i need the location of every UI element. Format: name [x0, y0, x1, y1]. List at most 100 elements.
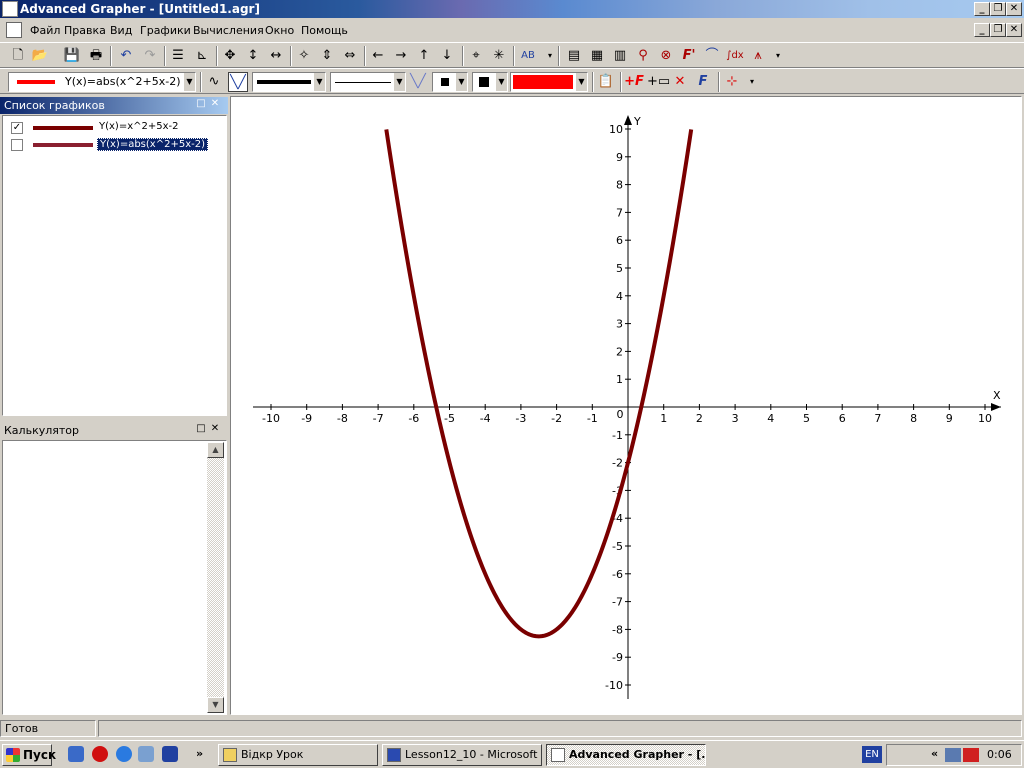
integral-icon[interactable]: ∫dx: [725, 46, 745, 66]
document-icon[interactable]: [6, 22, 22, 38]
app-quicklaunch-icon[interactable]: [162, 746, 178, 762]
app-icon[interactable]: [2, 1, 18, 17]
zoom-horizontal-icon[interactable]: ⇔: [340, 46, 360, 66]
zoom-vertical-icon[interactable]: ⇕: [317, 46, 337, 66]
chevron-down-icon[interactable]: ▼: [393, 73, 405, 91]
minimize-button[interactable]: _: [974, 2, 990, 16]
menu-graphs[interactable]: Графики: [140, 24, 191, 37]
line-thickness-select[interactable]: ▼: [252, 72, 326, 92]
snowflake-icon[interactable]: ✳: [489, 46, 509, 66]
graph-list-item[interactable]: Y(x)=abs(x^2+5x-2): [7, 137, 208, 153]
internet-explorer-icon[interactable]: [116, 746, 132, 762]
fill-mode-icon[interactable]: ╲╱: [408, 72, 428, 92]
antivirus-icon[interactable]: [963, 748, 979, 762]
axes-icon[interactable]: ⊾: [192, 46, 212, 66]
arrow-up-icon[interactable]: ↑: [414, 46, 434, 66]
graph-canvas[interactable]: X Y -10 -9 -8 -7 -6 -5 -4 -3 -2 -1 1 2 3 4 5 6 7 8 9 10 0 -10 -9…: [231, 97, 1023, 716]
title-bar[interactable]: Advanced Grapher - [Untitled1.agr] _ ❐ ✕: [0, 0, 1024, 18]
menu-help[interactable]: Помощь: [301, 24, 348, 37]
line-style-select[interactable]: ▼: [330, 72, 406, 92]
line-type-icon[interactable]: ╲╱: [228, 72, 248, 92]
dropdown-arrow-icon[interactable]: ▾: [742, 72, 762, 92]
menu-file[interactable]: Файл: [30, 24, 60, 37]
task-word[interactable]: Lesson12_10 - Microsoft ...: [382, 744, 542, 766]
close-icon[interactable]: ✕: [210, 99, 220, 109]
menu-edit[interactable]: Правка: [64, 24, 106, 37]
close-icon[interactable]: ✕: [210, 424, 220, 434]
function-select[interactable]: Y(x)=abs(x^2+5x-2) ▼: [8, 72, 196, 92]
arrow-down-icon[interactable]: ↓: [437, 46, 457, 66]
tray-expand-icon[interactable]: «: [931, 747, 938, 760]
start-button[interactable]: Пуск: [2, 744, 56, 766]
graph-visible-checkbox[interactable]: ✓: [11, 122, 23, 134]
menu-window[interactable]: Окно: [265, 24, 294, 37]
graph-list-item[interactable]: ✓ Y(x)=x^2+5x-2: [7, 120, 207, 136]
calculator-panel[interactable]: ▲ ▼: [2, 440, 227, 715]
dock-icon[interactable]: □: [196, 424, 206, 434]
quicklaunch-more-icon[interactable]: »: [196, 747, 203, 760]
menu-calculations[interactable]: Вычисления: [193, 24, 264, 37]
arrow-right-icon[interactable]: →: [391, 46, 411, 66]
outlook-icon[interactable]: [138, 746, 154, 762]
scroll-down-icon[interactable]: ▼: [207, 697, 224, 713]
move-all-icon[interactable]: ✥: [220, 46, 240, 66]
scroll-up-icon[interactable]: ▲: [207, 442, 224, 458]
move-vertical-icon[interactable]: ↕: [243, 46, 263, 66]
tangent-icon[interactable]: ⌒: [702, 46, 722, 66]
calculator-icon[interactable]: ▦: [587, 46, 607, 66]
move-horizontal-icon[interactable]: ↔: [266, 46, 286, 66]
color-select[interactable]: ▼: [510, 72, 588, 92]
graph-visible-checkbox[interactable]: [11, 139, 23, 151]
list-view-icon[interactable]: ☰: [168, 46, 188, 66]
chevron-down-icon[interactable]: ▼: [575, 73, 587, 91]
intersection-icon[interactable]: ⊗: [656, 46, 676, 66]
new-file-icon[interactable]: 🗋: [8, 46, 28, 66]
undo-icon[interactable]: ↶: [116, 46, 136, 66]
distribution-icon[interactable]: ⩚: [748, 46, 768, 66]
print-icon[interactable]: 🖶: [86, 46, 106, 66]
chevron-down-icon[interactable]: ▼: [495, 73, 507, 91]
smooth-line-icon[interactable]: ∿: [204, 72, 224, 92]
task-folder[interactable]: Відкр Урок: [218, 744, 378, 766]
ie-quicklaunch-icon[interactable]: [68, 746, 84, 762]
labels-icon[interactable]: AB: [518, 46, 538, 66]
properties-icon[interactable]: 📋: [596, 72, 616, 92]
crosshair-icon[interactable]: ⌖: [466, 46, 486, 66]
mdi-minimize-button[interactable]: _: [974, 23, 990, 37]
add-table-icon[interactable]: +▭: [647, 72, 670, 92]
chevron-down-icon[interactable]: ▼: [183, 73, 195, 91]
redo-icon[interactable]: ↷: [140, 46, 160, 66]
marker-size-select[interactable]: ▼: [472, 72, 508, 92]
mdi-close-button[interactable]: ✕: [1006, 23, 1022, 37]
open-folder-icon[interactable]: 📂: [30, 46, 50, 66]
arrow-left-icon[interactable]: ←: [368, 46, 388, 66]
dropdown-arrow-icon[interactable]: ▾: [768, 46, 788, 66]
save-icon[interactable]: 💾: [62, 46, 82, 66]
close-button[interactable]: ✕: [1006, 2, 1022, 16]
graph-list-icon[interactable]: ▤: [564, 46, 584, 66]
edit-function-icon[interactable]: F: [693, 72, 713, 92]
add-function-icon[interactable]: +F: [624, 72, 644, 92]
network-icon[interactable]: [945, 748, 961, 762]
analysis-icon[interactable]: ⚲: [633, 46, 653, 66]
graph-list-header[interactable]: Список графиков □ ✕: [0, 97, 228, 114]
chevron-down-icon[interactable]: ▼: [455, 73, 467, 91]
derivative-icon[interactable]: F': [679, 46, 699, 66]
chevron-down-icon[interactable]: ▼: [313, 73, 325, 91]
calculator-scrollbar[interactable]: ▲ ▼: [207, 442, 224, 713]
menu-view[interactable]: Вид: [110, 24, 132, 37]
opera-icon[interactable]: [92, 746, 108, 762]
marker-select[interactable]: ▼: [432, 72, 468, 92]
dropdown-arrow-icon[interactable]: ▾: [540, 46, 560, 66]
language-indicator[interactable]: EN: [862, 746, 882, 763]
table-icon[interactable]: ▥: [610, 46, 630, 66]
restore-button[interactable]: ❐: [990, 2, 1006, 16]
trace-icon[interactable]: ⊹: [722, 72, 742, 92]
delete-icon[interactable]: ✕: [670, 72, 690, 92]
task-advanced-grapher[interactable]: Advanced Grapher - [...: [546, 744, 706, 766]
calculator-header[interactable]: Калькулятор □ ✕: [0, 422, 228, 439]
mdi-restore-button[interactable]: ❐: [990, 23, 1006, 37]
zoom-in-all-icon[interactable]: ✧: [294, 46, 314, 66]
graph-area[interactable]: X Y -10 -9 -8 -7 -6 -5 -4 -3 -2 -1 1 2 3 4 5 6 7 8 9 10 0 -10 -9…: [230, 96, 1022, 715]
dock-icon[interactable]: □: [196, 99, 206, 109]
